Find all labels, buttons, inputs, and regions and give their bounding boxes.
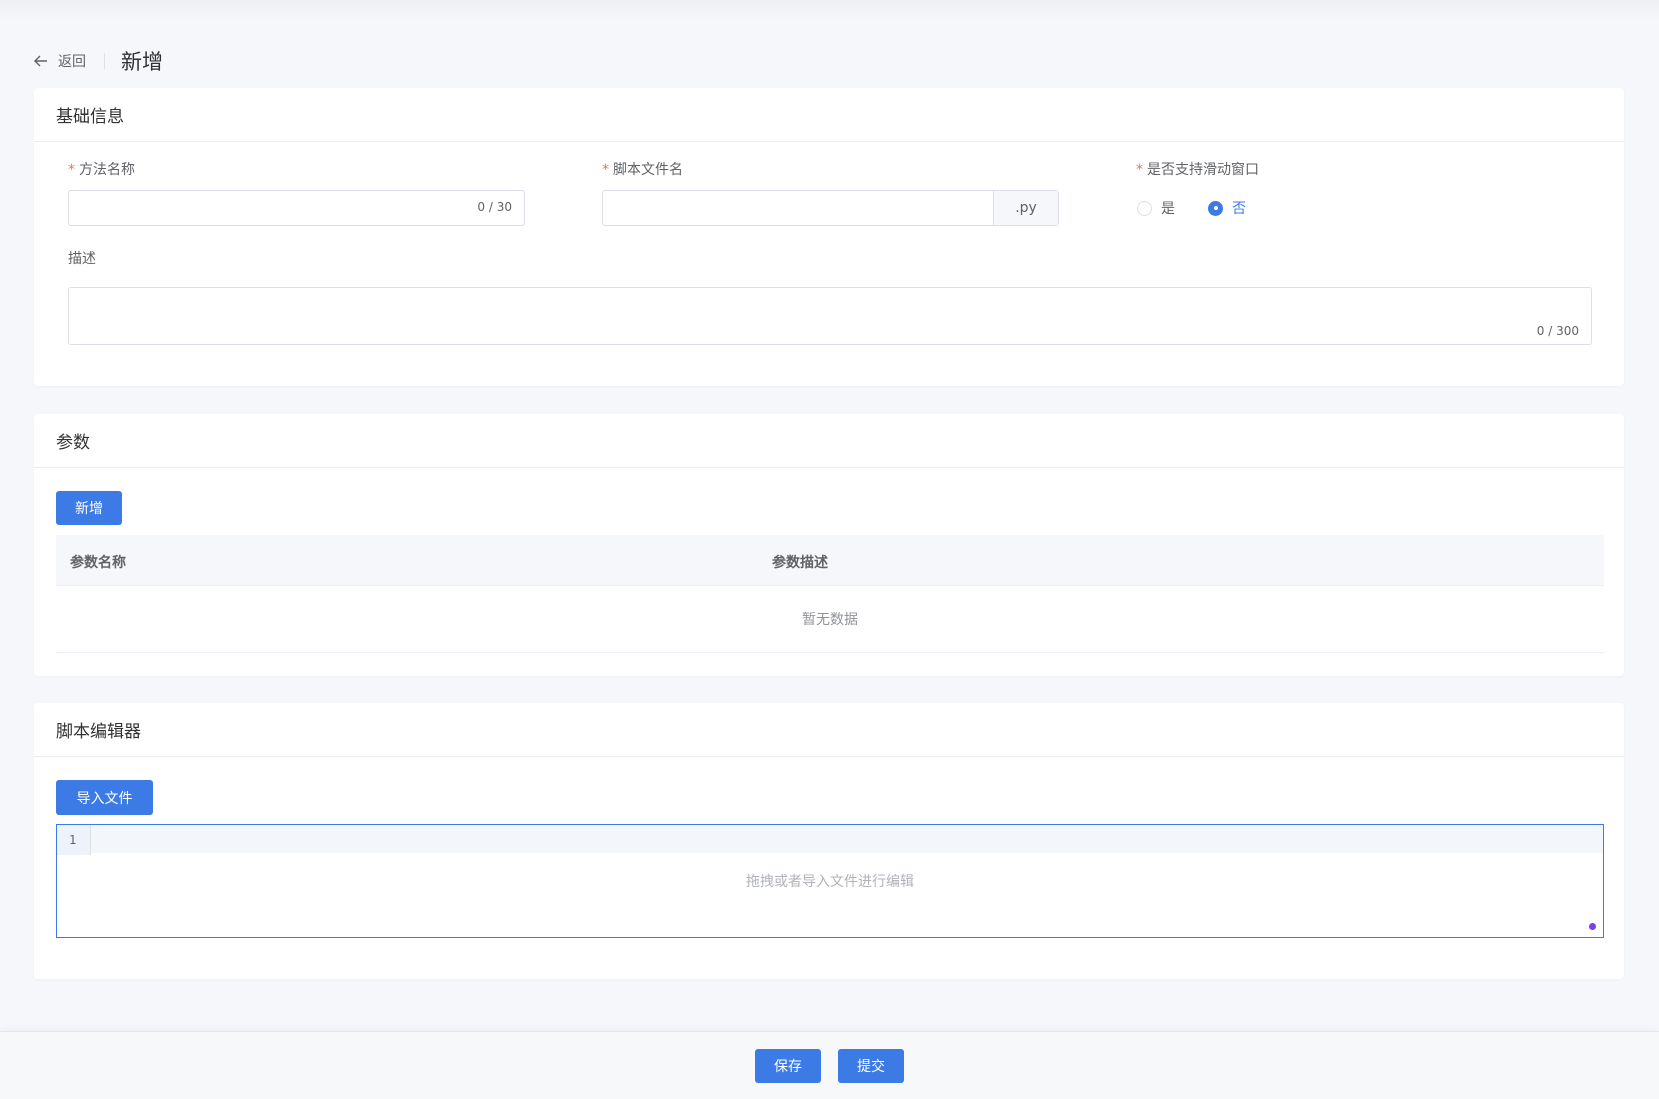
- line-number: 1: [57, 825, 91, 855]
- submit-button[interactable]: 提交: [838, 1049, 904, 1083]
- params-table-header: 参数名称 参数描述: [56, 535, 1604, 586]
- page-title: 新增: [121, 50, 163, 74]
- basic-info-title: 基础信息: [34, 88, 1624, 142]
- radio-yes-circle: [1137, 200, 1152, 216]
- resize-handle-icon[interactable]: [1589, 923, 1596, 930]
- radio-yes[interactable]: 是: [1137, 198, 1175, 218]
- column-param-name: 参数名称: [70, 555, 126, 571]
- import-file-button[interactable]: 导入文件: [56, 780, 153, 815]
- script-editor-title: 脚本编辑器: [34, 703, 1624, 757]
- description-textarea[interactable]: 0 / 300: [68, 287, 1592, 345]
- sliding-window-label: * 是否支持滑动窗口: [1136, 162, 1259, 178]
- description-label: 描述: [68, 251, 96, 267]
- page-header: 返回 新增: [34, 44, 163, 78]
- py-suffix: .py: [993, 191, 1058, 225]
- description-count: 0 / 300: [1536, 324, 1579, 338]
- column-param-desc: 参数描述: [772, 555, 828, 571]
- editor-placeholder: 拖拽或者导入文件进行编辑: [746, 874, 914, 890]
- basic-info-card: 基础信息 * 方法名称 0 / 30 * 脚本文件名 .py * 是否支持滑动窗口 是…: [34, 88, 1624, 386]
- method-name-count: 0 / 30: [477, 200, 512, 214]
- footer-bar: 保存 提交: [0, 1031, 1659, 1099]
- back-button[interactable]: 返回: [34, 51, 86, 71]
- header-divider: [104, 53, 105, 69]
- script-file-label: * 脚本文件名: [602, 162, 683, 178]
- radio-no-label: 否: [1232, 201, 1246, 217]
- params-empty-row: 暂无数据: [56, 586, 1604, 653]
- method-name-input[interactable]: 0 / 30: [68, 190, 525, 226]
- active-line: [91, 825, 1603, 853]
- code-editor[interactable]: 1 拖拽或者导入文件进行编辑: [56, 824, 1604, 938]
- empty-text: 暂无数据: [802, 612, 858, 628]
- script-file-input[interactable]: .py: [602, 190, 1059, 226]
- arrow-left-icon: [34, 55, 47, 67]
- radio-no-circle: [1208, 200, 1223, 216]
- save-button[interactable]: 保存: [755, 1049, 821, 1083]
- radio-yes-label: 是: [1161, 201, 1175, 217]
- top-shade: [0, 0, 1659, 22]
- back-label: 返回: [58, 54, 86, 70]
- method-name-label: * 方法名称: [68, 162, 135, 178]
- script-editor-card: 脚本编辑器 导入文件 1 拖拽或者导入文件进行编辑: [34, 703, 1624, 979]
- add-param-button[interactable]: 新增: [56, 491, 122, 525]
- radio-no[interactable]: 否: [1208, 198, 1246, 218]
- params-title: 参数: [34, 414, 1624, 468]
- params-card: 参数 新增 参数名称 参数描述 暂无数据: [34, 414, 1624, 676]
